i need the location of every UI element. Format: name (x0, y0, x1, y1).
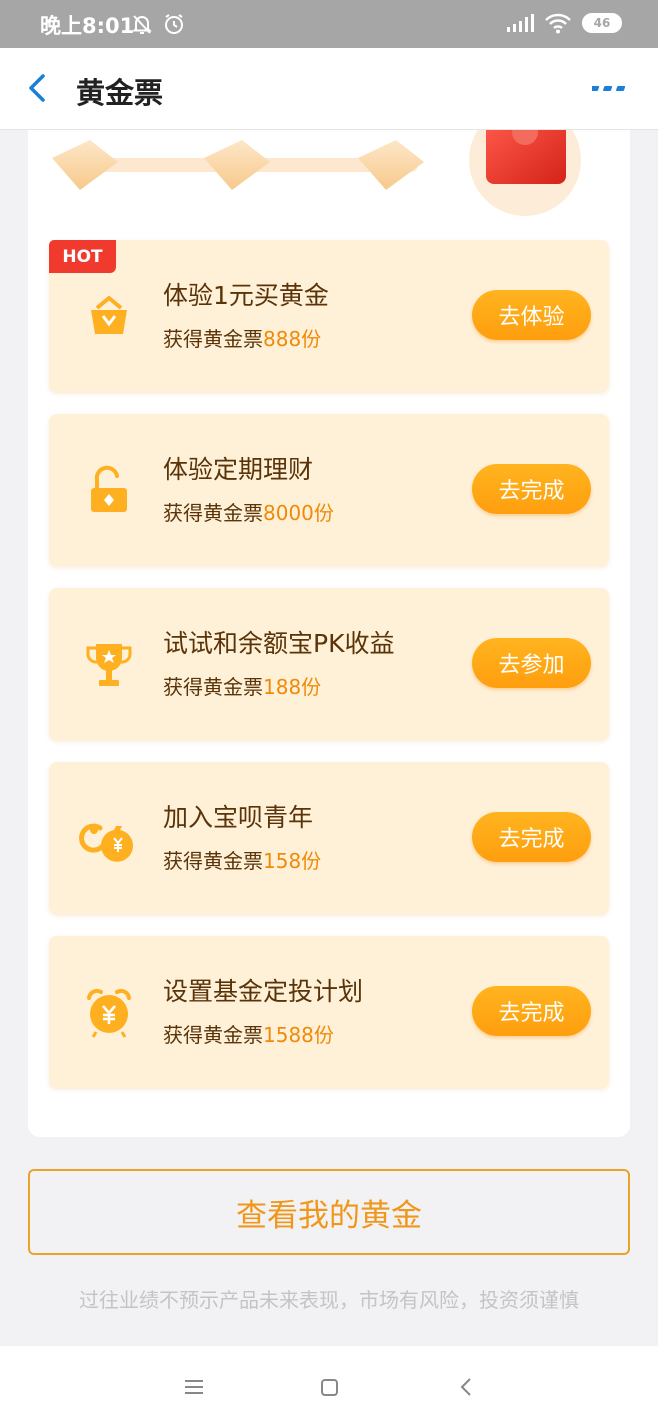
task-title: 体验定期理财 (163, 455, 314, 484)
ticket-icon (204, 140, 270, 190)
back-icon[interactable] (452, 1372, 482, 1402)
ticket-banner-illustration (52, 130, 581, 216)
complete-button[interactable]: 去完成 (472, 812, 591, 862)
mute-bell-icon (132, 15, 152, 34)
task-desc-prefix: 获得黄金票 (163, 501, 263, 525)
status-bar: 晚上8:01 46 (0, 0, 658, 48)
task-item-buy-gold: HOT 体验1元买黄金 获得黄金票888份 去体验 (49, 240, 609, 392)
task-desc-prefix: 获得黄金票 (163, 327, 263, 351)
risk-disclaimer: 过往业绩不预示产品未来表现，市场有风险，投资须谨慎 (79, 1288, 579, 1312)
task-reward: 188份 (263, 675, 322, 699)
task-reward: 8000份 (263, 501, 334, 525)
try-button[interactable]: 去体验 (472, 290, 591, 340)
complete-button[interactable]: 去完成 (472, 986, 591, 1036)
page-title: 黄金票 (76, 76, 164, 110)
task-reward: 158份 (263, 849, 322, 873)
task-item-fixed-term: 体验定期理财 获得黄金票8000份 去完成 (49, 414, 609, 566)
view-my-gold-button[interactable]: 查看我的黄金 (28, 1169, 630, 1255)
alarm-clock-yuan-icon (87, 988, 131, 1038)
task-item-pk: 试试和余额宝PK收益 获得黄金票188份 去参加 (49, 588, 609, 740)
join-button[interactable]: 去参加 (472, 638, 591, 688)
task-item-fund-plan: 设置基金定投计划 获得黄金票1588份 去完成 (49, 936, 609, 1088)
status-time: 晚上8:01 (40, 14, 135, 38)
task-reward: 888份 (263, 327, 322, 351)
task-item-youth: 加入宝呗青年 获得黄金票158份 去完成 (49, 762, 609, 914)
task-desc: 获得黄金票1588份 (163, 1019, 334, 1048)
gold-basket-icon (91, 296, 127, 334)
more-icon[interactable] (592, 78, 632, 98)
signal-icon (507, 14, 534, 32)
wifi-icon (545, 13, 571, 34)
task-desc-prefix: 获得黄金票 (163, 675, 263, 699)
home-icon[interactable] (314, 1372, 344, 1402)
task-desc: 获得黄金票888份 (163, 323, 321, 352)
status-icons-left (130, 12, 186, 36)
money-bag-icon (79, 823, 133, 862)
ticket-icon (52, 140, 118, 190)
hot-badge: HOT (49, 240, 116, 273)
unlock-icon (91, 465, 127, 512)
alarm-icon (165, 14, 183, 34)
system-nav-bar (0, 1346, 658, 1426)
task-title: 试试和余额宝PK收益 (163, 629, 395, 658)
ticket-icon (358, 140, 424, 190)
task-desc-prefix: 获得黄金票 (163, 849, 263, 873)
complete-button[interactable]: 去完成 (472, 464, 591, 514)
red-packet-icon (469, 130, 581, 216)
battery-indicator: 46 (582, 13, 622, 33)
task-desc: 获得黄金票8000份 (163, 497, 334, 526)
nav-bar: 黄金票 (0, 48, 658, 130)
task-desc: 获得黄金票158份 (163, 845, 321, 874)
task-title: 体验1元买黄金 (163, 281, 329, 310)
back-button[interactable] (20, 70, 56, 106)
task-card: HOT 体验1元买黄金 获得黄金票888份 去体验 体验定期理财 获得黄金票80… (28, 130, 630, 1137)
status-icons-right: 46 (506, 12, 622, 34)
trophy-icon (86, 644, 132, 686)
task-desc-prefix: 获得黄金票 (163, 1023, 263, 1047)
menu-icon[interactable] (179, 1372, 209, 1402)
task-title: 加入宝呗青年 (163, 803, 314, 832)
task-desc: 获得黄金票188份 (163, 671, 321, 700)
task-title: 设置基金定投计划 (163, 977, 364, 1006)
task-reward: 1588份 (263, 1023, 334, 1047)
